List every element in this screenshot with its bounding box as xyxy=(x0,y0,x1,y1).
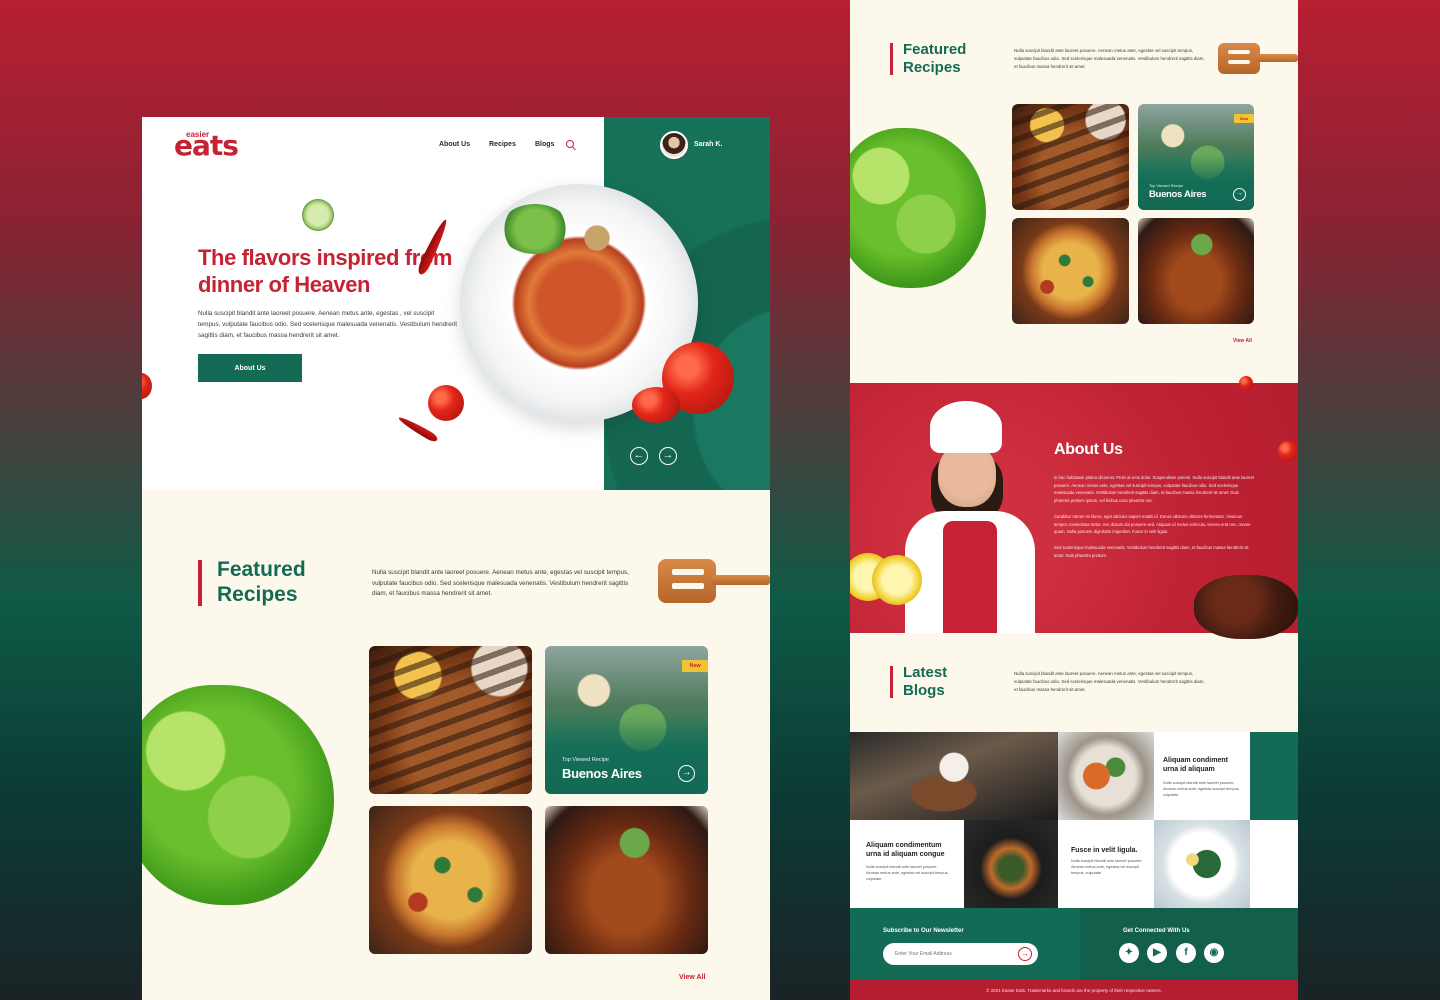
arrow-right-icon[interactable]: → xyxy=(678,765,695,782)
avatar[interactable] xyxy=(660,131,688,159)
card-label: Top Viewed Recipe xyxy=(562,757,609,763)
featured-title: Featured Recipes xyxy=(217,557,306,607)
spatula-image xyxy=(1218,43,1298,75)
blogs-title-line1: Latest xyxy=(903,664,948,681)
newsletter-label: Subscribe to Our Newsletter xyxy=(883,928,964,934)
blog-empty-cell xyxy=(1250,820,1298,908)
blog-card-3[interactable]: Fusce in velit ligula. Nulla suscipit bl… xyxy=(1058,820,1154,908)
recipe-card-pizza[interactable] xyxy=(1012,218,1129,324)
section-accent-bar xyxy=(198,560,202,606)
blog-image-fries[interactable] xyxy=(1058,732,1154,820)
newsletter-section: Subscribe to Our Newsletter → Get Connec… xyxy=(850,908,1298,980)
youtube-icon[interactable]: ▶ xyxy=(1147,943,1167,963)
logo[interactable]: eats xyxy=(174,131,239,161)
instagram-icon[interactable]: ◉ xyxy=(1204,943,1224,963)
blog-image-chef[interactable] xyxy=(850,732,1058,820)
blogs-description: Nulla suscipit blandit ante laoreet posu… xyxy=(1014,671,1205,692)
featured-title: Featured Recipes xyxy=(903,41,966,77)
recipe-card-featured[interactable]: New Top Viewed Recipe Buenos Aires → xyxy=(1138,104,1254,210)
spatula-image xyxy=(658,559,770,604)
twitter-icon[interactable]: ✦ xyxy=(1119,943,1139,963)
blog-card-text: Nulla suscipit blandit ante laoreet posu… xyxy=(866,865,949,881)
blogs-title: Latest Blogs xyxy=(903,664,947,700)
social-label: Get Connected With Us xyxy=(1123,928,1190,934)
blog-card-title: Fusce in velit ligula. xyxy=(1071,847,1138,854)
arrow-right-icon[interactable]: → xyxy=(1018,947,1032,961)
chef-image xyxy=(905,401,1035,633)
new-badge: New xyxy=(682,660,708,672)
card-title: Buenos Aires xyxy=(562,766,642,781)
about-paragraph-2: Curabitur rutrum mi libero, eget ultrici… xyxy=(1054,514,1251,534)
arrow-right-icon[interactable]: → xyxy=(1233,188,1246,201)
blog-card-2[interactable]: Aliquam condimentum urna id aliquam cong… xyxy=(850,820,964,908)
blog-accent-block xyxy=(1250,732,1298,820)
facebook-icon[interactable]: f xyxy=(1176,943,1196,963)
blog-card-title: Aliquam condimentum urna id aliquam cong… xyxy=(866,842,945,858)
card-label: Top Viewed Recipe xyxy=(1149,183,1184,188)
blogs-title-line2: Blogs xyxy=(903,682,945,699)
view-all-link[interactable]: View All xyxy=(679,974,705,981)
card-title: Buenos Aires xyxy=(1149,189,1207,200)
nav-about[interactable]: About Us xyxy=(439,141,470,148)
nav-recipes[interactable]: Recipes xyxy=(489,141,516,148)
blog-card-text: Nulla suscipit blandit ante laoreet posu… xyxy=(1163,781,1240,797)
copyright: © 2021 Easier Eats. Trademarks and brand… xyxy=(850,980,1298,1000)
featured-title-line1: Featured xyxy=(903,41,967,58)
featured-title-line1: Featured xyxy=(217,558,306,581)
cucumber-image xyxy=(302,199,334,231)
blog-image-pan[interactable] xyxy=(964,820,1058,908)
lettuce-image xyxy=(850,128,986,288)
lettuce-image xyxy=(142,685,334,905)
arrow-left-icon[interactable]: ← xyxy=(630,447,648,465)
featured-description: Nulla suscipit blandit ante laoreet posu… xyxy=(372,569,629,597)
scrolled-page-preview: Featured Recipes Nulla suscipit blandit … xyxy=(850,0,1298,1000)
tomato-edge-image xyxy=(1278,441,1298,461)
steak-image xyxy=(1194,575,1298,639)
recipe-card-pizza[interactable] xyxy=(369,806,532,954)
recipe-card-steak[interactable] xyxy=(1012,104,1129,210)
recipe-card-crab[interactable] xyxy=(545,806,708,954)
about-us-button[interactable]: About Us xyxy=(198,354,302,382)
blog-card-title: Aliquam condiment urna id aliquam xyxy=(1163,757,1228,773)
blog-card-text: Nulla suscipit blandit ante laoreet posu… xyxy=(1071,859,1143,875)
about-paragraph-3: Sed scelerisque malesuada venenatis. Ves… xyxy=(1054,545,1249,558)
recipe-card-featured[interactable]: New Top Viewed Recipe Buenos Aires → xyxy=(545,646,708,794)
tomato-small-image xyxy=(428,385,464,421)
search-icon[interactable] xyxy=(566,140,574,148)
section-accent-bar xyxy=(890,43,893,75)
featured-description: Nulla suscipit blandit ante laoreet posu… xyxy=(1014,48,1205,69)
tomato-small-image xyxy=(1239,376,1253,390)
user-name[interactable]: Sarah K. xyxy=(694,141,722,148)
section-accent-bar xyxy=(890,666,893,698)
about-section: About Us In hac habitasse platea dictums… xyxy=(850,383,1298,639)
featured-title-line2: Recipes xyxy=(217,583,298,606)
email-field[interactable] xyxy=(883,943,1038,965)
nav-blogs[interactable]: Blogs xyxy=(535,141,554,148)
lemon-image xyxy=(872,555,922,605)
blog-card-1[interactable]: Aliquam condiment urna id aliquam Nulla … xyxy=(1154,732,1250,820)
tomato-slice-image xyxy=(632,387,680,423)
about-title: About Us xyxy=(1054,441,1123,458)
hero-text: Nulla suscipit blandit ante laoreet posu… xyxy=(198,310,458,339)
landing-page-preview: easier eats About Us Recipes Blogs Sarah… xyxy=(142,117,770,1000)
recipe-card-steak[interactable] xyxy=(369,646,532,794)
blog-image-plate[interactable] xyxy=(1154,820,1250,908)
new-badge: New xyxy=(1234,114,1254,123)
view-all-link[interactable]: View All xyxy=(1233,338,1252,344)
arrow-right-icon[interactable]: → xyxy=(659,447,677,465)
about-paragraph-1: In hac habitasse platea dictumst. Proin … xyxy=(1054,475,1254,503)
featured-title-line2: Recipes xyxy=(903,59,961,76)
recipe-card-crab[interactable] xyxy=(1138,218,1254,324)
